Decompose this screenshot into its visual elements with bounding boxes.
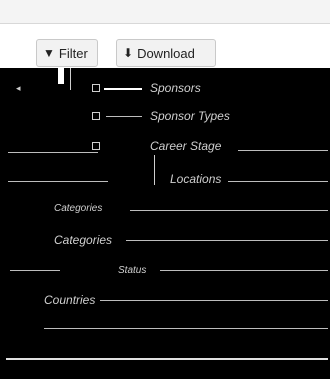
menu-rule [228, 181, 328, 182]
top-bar [0, 0, 330, 24]
menu-item-locations[interactable]: Locations [0, 155, 330, 195]
menu-rule [106, 116, 142, 117]
menu-rule [10, 270, 60, 271]
menu-rule [8, 181, 108, 182]
filter-dropdown: ◂ Sponsors Sponsor Types Career Stage Lo… [0, 68, 330, 379]
menu-rule [44, 328, 328, 329]
menu-rule [130, 210, 328, 211]
menu-divider-row [0, 314, 330, 346]
toolbar: ▼ Filter ⬇ Download [0, 24, 330, 74]
filter-button[interactable]: ▼ Filter [36, 39, 98, 67]
menu-item-label: Career Stage [150, 139, 222, 153]
download-icon: ⬇ [123, 46, 134, 60]
filter-button-label: Filter [58, 45, 88, 61]
menu-item-label: Sponsor Types [150, 109, 230, 123]
download-button-label: Download [137, 45, 195, 61]
menu-item-label: Locations [170, 172, 222, 186]
menu-item-label: Categories [54, 233, 113, 247]
menu-rule [104, 88, 142, 90]
menu-item-label: Categories [54, 202, 103, 214]
filter-icon: ▼ [43, 46, 55, 60]
menu-item-sponsor-types[interactable]: Sponsor Types [0, 100, 330, 132]
menu-item-status[interactable]: Status [0, 254, 330, 286]
menu-rule [6, 358, 328, 360]
sponsors-checkbox[interactable] [92, 84, 100, 92]
menu-rule [160, 270, 328, 271]
menu-item-countries[interactable]: Countries [0, 284, 330, 316]
sponsor-types-checkbox[interactable] [92, 112, 100, 120]
menu-item-label: Status [118, 264, 147, 276]
menu-rule [238, 150, 328, 151]
menu-rule [8, 152, 98, 153]
menu-item-categories[interactable]: Categories [0, 192, 330, 224]
menu-rule [126, 240, 328, 241]
menu-item-career-stage[interactable]: Career Stage [0, 130, 330, 162]
career-stage-checkbox[interactable] [92, 142, 100, 150]
menu-item-categories-2[interactable]: Categories [0, 224, 330, 256]
menu-item-label: Countries [44, 293, 96, 307]
menu-footer-row [0, 344, 330, 376]
menu-item-label: Sponsors [150, 81, 201, 95]
tree-line [154, 155, 155, 185]
download-button[interactable]: ⬇ Download [116, 39, 216, 67]
menu-rule [100, 300, 328, 301]
chevron-left-icon: ◂ [16, 82, 21, 93]
